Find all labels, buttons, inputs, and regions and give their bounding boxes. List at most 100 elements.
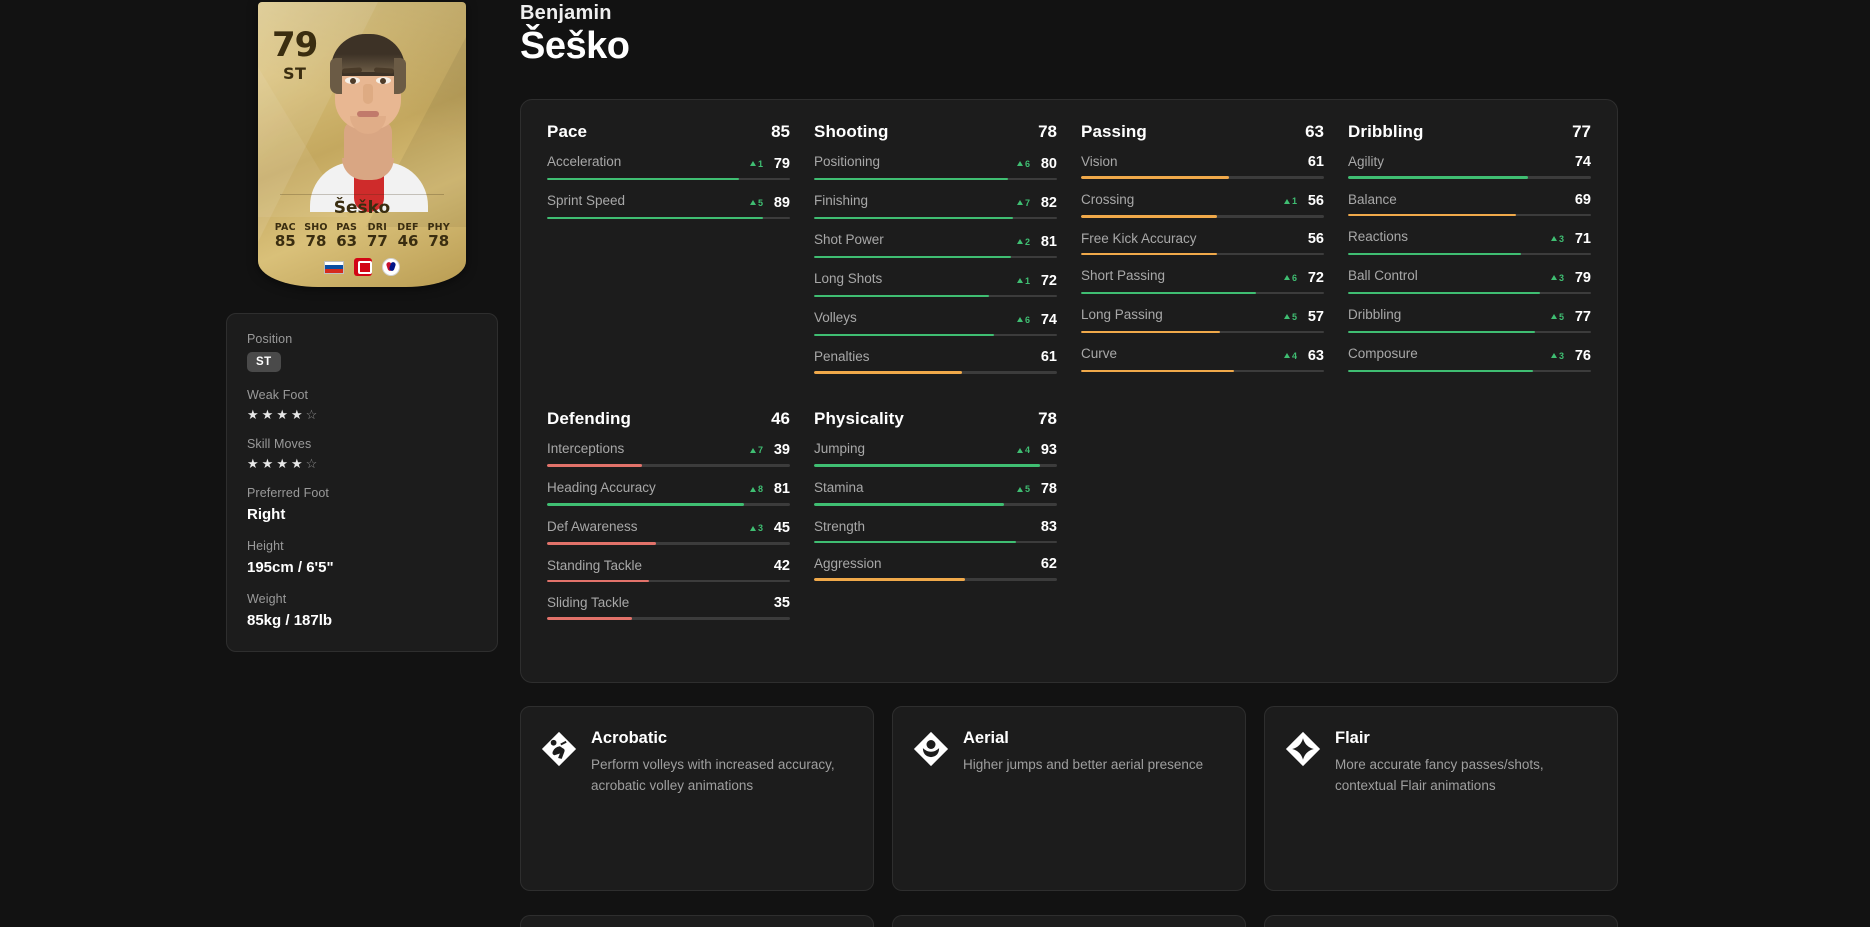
attributes-panel: Pace 85 Acceleration 1 79 Sprint Speed 5 89 Shoo… — [520, 99, 1618, 683]
stat-group-defending: Defending 46 Interceptions 7 39 Heading Accur… — [547, 409, 790, 633]
stat-delta-up: 5 — [1016, 484, 1030, 494]
stat-label: Free Kick Accuracy — [1081, 230, 1197, 246]
stat-row: Standing Tackle 42 — [547, 557, 790, 582]
info-preferred-foot-value: Right — [247, 506, 286, 523]
stat-bar-fill — [814, 216, 1014, 219]
stat-group-title: Physicality — [814, 408, 904, 428]
playstyle-card-peek[interactable] — [1264, 915, 1618, 927]
stat-group-header: Pace 85 — [547, 122, 790, 142]
triangle-up-icon — [1016, 200, 1023, 205]
stat-bar-track — [1081, 176, 1324, 179]
stat-bar-fill — [1081, 176, 1230, 179]
stat-line: Positioning 6 80 — [814, 154, 1057, 172]
stat-value: 80 — [1040, 155, 1057, 172]
stat-line: Free Kick Accuracy 56 — [1081, 231, 1324, 247]
stat-label: Long Shots — [814, 271, 883, 286]
info-weight: Weight 85kg / 187lb — [247, 592, 477, 629]
stat-value: 74 — [1574, 154, 1591, 170]
playstyle-card-peek[interactable] — [892, 915, 1246, 927]
card-stat-pac: PAC 85 — [270, 222, 301, 250]
playstyle-card[interactable]: Flair More accurate fancy passes/shots, c… — [1264, 706, 1618, 891]
stat-row: Sliding Tackle 35 — [547, 595, 790, 620]
info-weight-label: Weight — [247, 592, 287, 606]
stat-line: Def Awareness 3 45 — [547, 519, 790, 537]
stat-line: Jumping 4 93 — [814, 441, 1057, 459]
stat-value: 76 — [1574, 347, 1591, 364]
stat-label: Strength — [814, 518, 866, 534]
card-stat-sho: SHO 78 — [301, 222, 332, 250]
player-info-panel: Position ST Weak Foot ★★★★☆ Skill Moves … — [226, 313, 498, 652]
stat-value-group: 1 72 — [1016, 273, 1057, 289]
stat-group-total: 63 — [1305, 122, 1324, 141]
stat-row: Agility 74 — [1348, 154, 1591, 179]
stat-value: 74 — [1040, 311, 1057, 328]
acrobatic-playstyle-icon — [541, 731, 577, 767]
stat-group-physicality: Physicality 78 Jumping 4 93 Stamina 5 78 Strengt… — [814, 409, 1057, 633]
stat-delta-value: 5 — [1024, 484, 1030, 494]
stat-group-title: Pace — [547, 122, 588, 141]
stat-label: Reactions — [1348, 229, 1409, 244]
stat-line: Curve 4 63 — [1081, 346, 1324, 364]
position-chip[interactable]: ST — [247, 352, 281, 372]
stat-delta-value: 8 — [757, 484, 763, 494]
stat-value-group: 3 71 — [1550, 231, 1591, 247]
card-stat-row: PAC 85 SHO 78 PAS 63 DRI 77 DEF 46 PHY 7… — [270, 222, 454, 250]
stat-bar-fill — [1348, 291, 1540, 294]
stat-value: 83 — [1040, 518, 1057, 535]
playstyle-body: Aerial Higher jumps and better aerial pre… — [963, 729, 1223, 868]
stat-label: Standing Tackle — [547, 557, 643, 573]
stat-bar-track — [547, 579, 790, 582]
stat-value-group: 61 — [1302, 154, 1324, 170]
stat-delta-value: 3 — [1558, 233, 1564, 244]
stat-group-dribbling: Dribbling 77 Agility 74 Balance 69 Reactions 3 7… — [1348, 122, 1591, 387]
stat-value-group: 7 82 — [1016, 195, 1057, 211]
playstyle-card-peek[interactable] — [520, 915, 874, 927]
stat-label: Volleys — [814, 310, 857, 325]
stat-row: Dribbling 5 77 — [1348, 307, 1591, 333]
triangle-up-icon — [1550, 314, 1557, 319]
stat-value-group: 1 56 — [1283, 193, 1324, 209]
stat-label: Jumping — [814, 440, 866, 456]
player-ultimate-team-card[interactable]: 79 ST Šeško PAC 85 SHO 78 PAS 63 DRI 77 … — [258, 2, 466, 287]
rb-leipzig-crest-icon — [382, 258, 400, 276]
stat-line: Sprint Speed 5 89 — [547, 193, 790, 211]
stat-label: Penalties — [814, 349, 870, 364]
player-last-name: Šeško — [520, 25, 630, 67]
stat-bar-fill — [1348, 330, 1536, 333]
triangle-up-icon — [749, 486, 756, 492]
stat-group-total: 78 — [1038, 122, 1057, 141]
stat-bar-track — [1081, 369, 1324, 372]
playstyle-title: Flair — [1335, 729, 1370, 747]
stat-bar-fill — [1348, 213, 1516, 216]
stat-line: Composure 3 76 — [1348, 346, 1591, 364]
stat-label: Crossing — [1081, 191, 1135, 207]
stat-delta-up: 8 — [749, 484, 763, 494]
stat-bar-track — [1348, 176, 1591, 179]
stat-label: Positioning — [814, 154, 881, 169]
stat-bar-track — [814, 294, 1057, 297]
stat-line: Vision 61 — [1081, 154, 1324, 170]
stat-row: Penalties 61 — [814, 349, 1057, 374]
playstyles-row-overflow — [520, 915, 1618, 927]
stat-delta-value: 4 — [1291, 350, 1297, 361]
card-stat-value: 78 — [305, 232, 327, 250]
stat-value: 72 — [1307, 269, 1324, 286]
stat-label: Balance — [1348, 191, 1397, 207]
card-divider — [280, 194, 444, 195]
playstyle-card[interactable]: Aerial Higher jumps and better aerial pre… — [892, 706, 1246, 891]
triangle-up-icon — [1016, 278, 1023, 283]
stat-value-group: 4 93 — [1016, 442, 1057, 458]
stat-row: Aggression 62 — [814, 556, 1057, 581]
stat-row: Vision 61 — [1081, 154, 1324, 179]
stat-value-group: 8 81 — [749, 481, 790, 497]
stat-label: Sprint Speed — [547, 193, 626, 208]
stat-bar-fill — [1081, 215, 1218, 218]
stat-value: 61 — [1307, 154, 1324, 170]
playstyle-card[interactable]: Acrobatic Perform volleys with increased … — [520, 706, 874, 891]
stat-delta-value: 7 — [757, 445, 763, 455]
stat-row: Free Kick Accuracy 56 — [1081, 231, 1324, 255]
playstyle-title: Acrobatic — [591, 729, 668, 747]
stat-value-group: 74 — [1569, 154, 1591, 170]
stat-delta-value: 1 — [757, 158, 763, 169]
stat-value: 61 — [1040, 349, 1057, 365]
